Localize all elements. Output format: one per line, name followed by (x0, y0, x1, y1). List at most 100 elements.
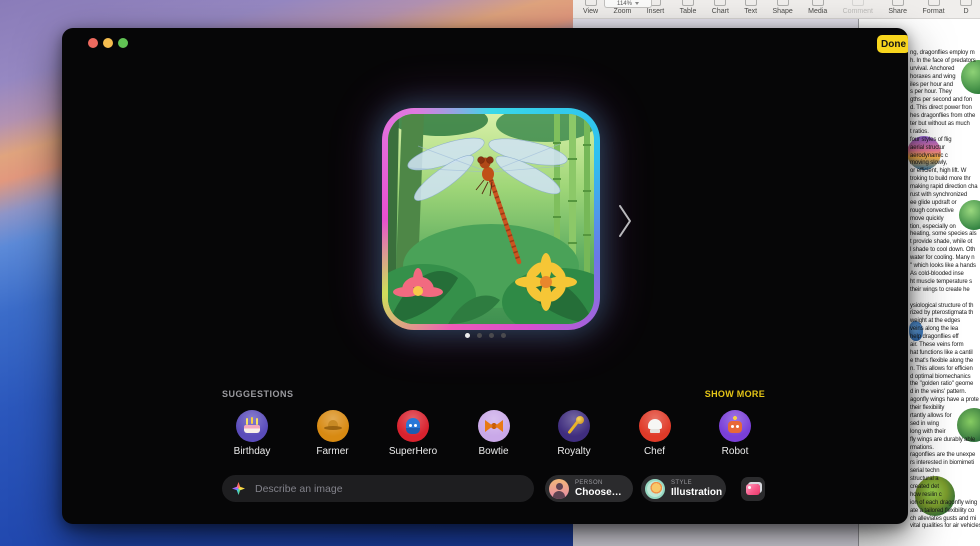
document-text-line: As cold-blooded inse (910, 271, 980, 279)
document-text-line: created det (910, 484, 980, 492)
prompt-input[interactable] (253, 482, 524, 496)
suggestion-item[interactable]: Birthday (219, 410, 285, 457)
done-button[interactable]: Done (877, 35, 908, 53)
document-text-line: ht muscle temperature s (910, 279, 980, 287)
next-image-button[interactable] (614, 201, 636, 243)
style-chip[interactable]: STYLE Illustration (641, 475, 726, 502)
document-text-line: rough convective (910, 208, 980, 216)
image-playground-window: Done (62, 28, 908, 524)
document-text-line (910, 295, 980, 303)
pages-toolbar-button[interactable]: Text (744, 0, 757, 15)
document-text-line: weight at the edges (910, 318, 980, 326)
suggestion-item[interactable]: Robot (702, 410, 768, 457)
suggestion-item[interactable]: Farmer (300, 410, 366, 457)
minimize-button[interactable] (103, 38, 113, 48)
chevron-right-icon (617, 203, 633, 239)
document-text-line: their wings to create he (910, 287, 980, 295)
document-text-line: hes dragonflies from othe (910, 113, 980, 121)
photo-picker-button[interactable] (741, 477, 765, 501)
document-text-line: d in the veins' pattern. (910, 389, 980, 397)
pages-toolbar-button[interactable]: Media (808, 0, 827, 15)
document-text-line: rized by pterostigmata th (910, 310, 980, 318)
document-text-line: making rapid direction cha (910, 184, 980, 192)
document-text-line: " which looks like a hands (910, 263, 980, 271)
show-more-button[interactable]: SHOW MORE (705, 389, 765, 399)
close-button[interactable] (88, 38, 98, 48)
pages-toolbar-button[interactable]: Share (888, 0, 907, 15)
document-text-line: gths per second and fon (910, 97, 980, 105)
carousel-dot[interactable] (477, 333, 482, 338)
pages-toolbar-button[interactable]: Table (680, 0, 697, 15)
carousel-dot[interactable] (501, 333, 506, 338)
document-text-line: structural a (910, 476, 980, 484)
zoom-button[interactable] (118, 38, 128, 48)
document-text-line: fly wings are durably able (910, 437, 980, 445)
suggestion-label: Birthday (234, 446, 271, 457)
suggestions-row: Birthday Farmer SuperHero (219, 410, 768, 457)
suggestion-circle (478, 410, 510, 442)
document-text-line: ee glide updraft or (910, 200, 980, 208)
document-text-line: vital qualities for air vehicles. (910, 523, 980, 531)
suggestion-icon (242, 416, 262, 436)
prompt-field-container (222, 475, 534, 502)
pages-toolbar-button[interactable]: Comment (843, 0, 873, 15)
document-text-line: ter but without as much (910, 121, 980, 129)
photos-icon (746, 484, 760, 495)
document-text-line: ng, dragonflies employ m (910, 50, 980, 58)
document-text-line: four styles of flig (910, 137, 980, 145)
document-text-line: ch alleviates gusts and mi (910, 516, 980, 524)
style-chip-value: Illustration (671, 488, 722, 498)
suggestion-item[interactable]: Chef (622, 410, 688, 457)
document-text-line: air. These veins form (910, 342, 980, 350)
document-text-line: the "golden ratio" geome (910, 381, 980, 389)
document-text-line: agonfly wings have a prote (910, 397, 980, 405)
document-text-line: aerodynamic c (910, 153, 980, 161)
suggestion-circle (397, 410, 429, 442)
ai-sparkle-icon (232, 482, 245, 495)
document-text-line: rmations. (910, 445, 980, 453)
document-text-line: their flexibility (910, 405, 980, 413)
suggestion-icon (564, 416, 584, 436)
pages-toolbar-button[interactable]: D (960, 0, 972, 15)
style-icon (645, 479, 665, 499)
document-text-line: ion of each dragonfly wing (910, 500, 980, 508)
document-text-line: iles per hour and (910, 82, 980, 90)
suggestion-icon (323, 416, 343, 436)
person-chip[interactable]: PERSON Choose… (545, 475, 633, 502)
document-text-line: tion, especially on (910, 224, 980, 232)
document-text-line: s per hour. They (910, 89, 980, 97)
pages-toolbar-button[interactable]: Shape (773, 0, 793, 15)
suggestion-circle (317, 410, 349, 442)
suggestion-item[interactable]: Royalty (541, 410, 607, 457)
carousel-dot[interactable] (465, 333, 470, 338)
suggestion-item[interactable]: Bowtie (461, 410, 527, 457)
suggestion-icon (403, 416, 423, 436)
pages-toolbar-button[interactable]: Format (922, 0, 944, 15)
document-text-line: how resilin c (910, 492, 980, 500)
desktop: View Zoom Insert Table Chart Text Shape … (0, 0, 980, 546)
zoom-level-dropdown[interactable]: 114% (604, 0, 652, 8)
pages-toolbar-button[interactable]: View (583, 0, 598, 15)
suggestion-label: Royalty (557, 446, 590, 457)
document-text-line: d. This direct power fron (910, 105, 980, 113)
suggestion-label: Farmer (316, 446, 348, 457)
suggestion-label: Chef (644, 446, 665, 457)
document-text-line: heating, some species als (910, 231, 980, 239)
suggestion-icon (484, 416, 504, 436)
carousel-dot[interactable] (489, 333, 494, 338)
document-text-line: horaxes and wing (910, 74, 980, 82)
pages-toolbar-button[interactable]: Chart (712, 0, 729, 15)
suggestion-circle (558, 410, 590, 442)
document-text-line: h. In the face of predators (910, 58, 980, 66)
document-text-line: ate a tailored flexibility co (910, 508, 980, 516)
document-text-line: n. This allows for efficien (910, 366, 980, 374)
person-chip-value: Choose… (575, 488, 622, 498)
document-text-line: serial techn (910, 468, 980, 476)
suggestion-item[interactable]: SuperHero (380, 410, 446, 457)
document-text-line: troking to build more thr (910, 176, 980, 184)
generated-image[interactable] (382, 108, 600, 330)
document-text-line: t provide shade, while ot (910, 239, 980, 247)
suggestion-icon (645, 416, 665, 436)
document-text-line: t ratios. (910, 129, 980, 137)
document-text-line: e that's flexible along the (910, 358, 980, 366)
